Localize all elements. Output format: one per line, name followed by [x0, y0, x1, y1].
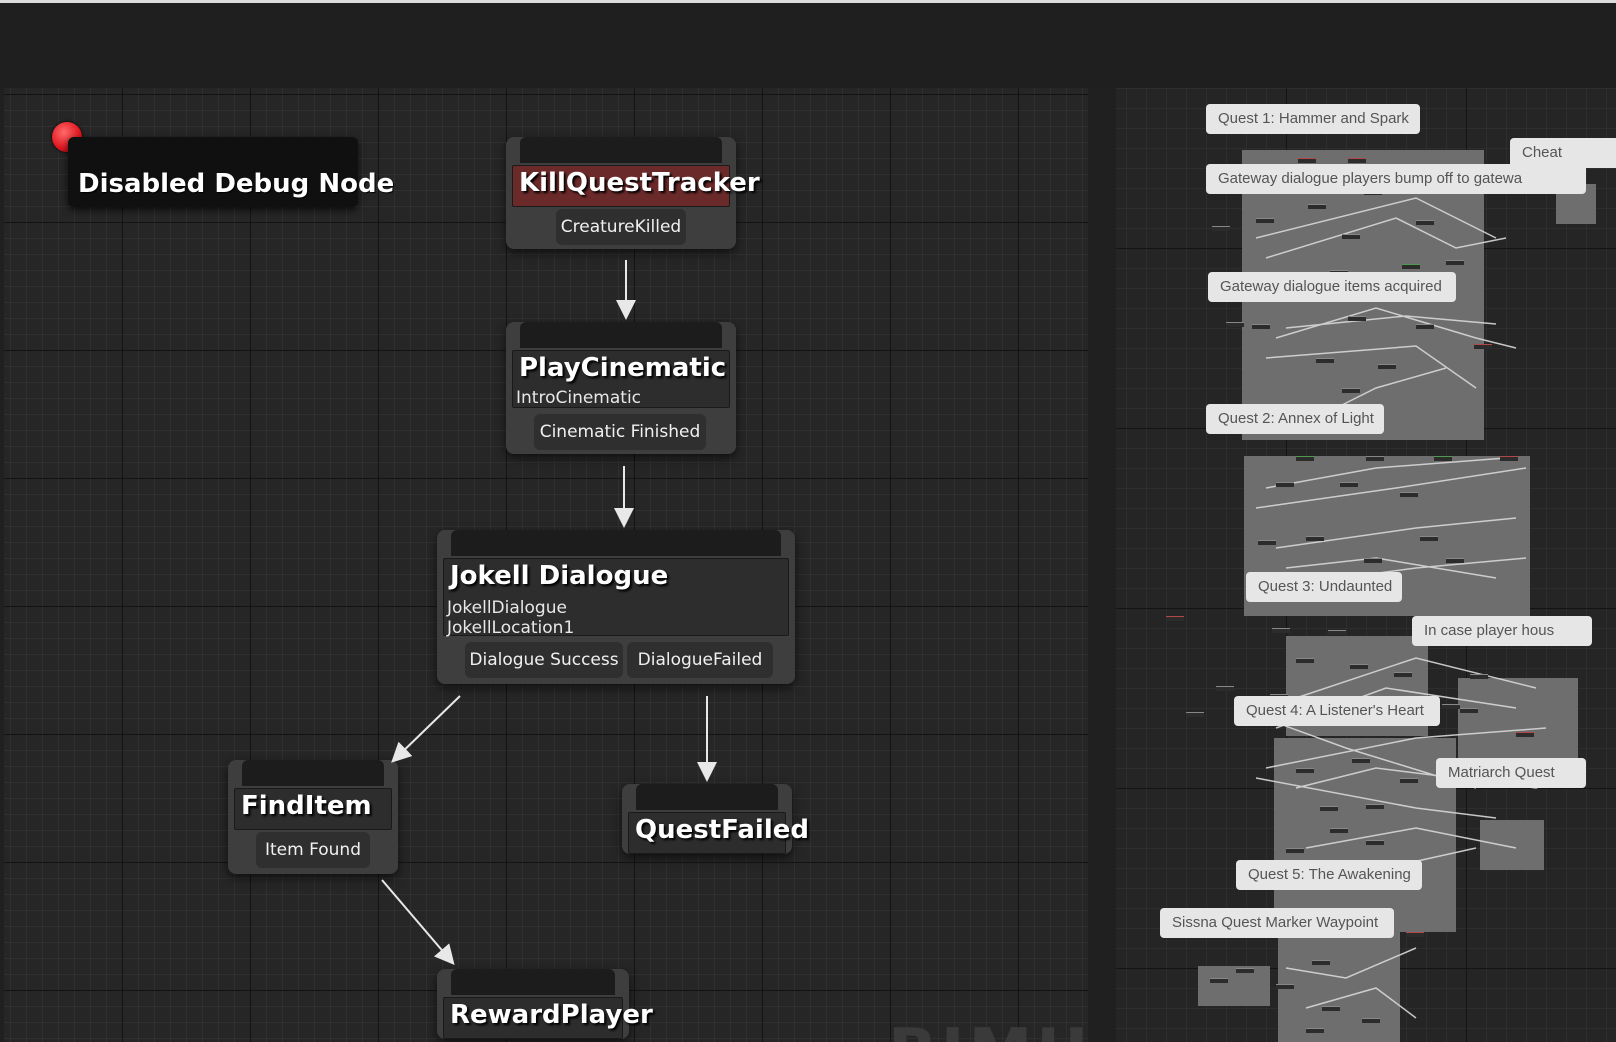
overview-node-marker [1296, 658, 1314, 663]
graph-overview-panel[interactable]: Quest 1: Hammer and Spark Cheat Gateway … [1116, 88, 1616, 1042]
overview-node-marker [1434, 456, 1452, 461]
overview-node-marker [1400, 778, 1418, 783]
overview-node-marker [1394, 672, 1412, 677]
comment-label[interactable]: Gateway dialogue players bump off to gat… [1206, 164, 1586, 194]
overview-node-marker [1416, 220, 1434, 225]
node-title: KillQuestTracker [512, 165, 760, 207]
overview-node-marker [1366, 804, 1384, 809]
node-jokell-dialogue[interactable]: Jokell Dialogue JokellDialogue JokellLoc… [437, 530, 795, 684]
overview-node-marker [1474, 344, 1492, 349]
comment-label[interactable]: Matriarch Quest [1436, 758, 1586, 788]
node-kill-quest-tracker[interactable]: KillQuestTracker CreatureKilled [506, 137, 760, 249]
node-title: FindItem [234, 788, 392, 830]
overview-node-marker [1312, 960, 1330, 965]
overview-node-marker [1328, 630, 1346, 635]
overview-node-marker [1186, 712, 1204, 717]
overview-node-marker [1446, 260, 1464, 265]
overview-node-marker [1320, 806, 1338, 811]
overview-node-marker [1306, 536, 1324, 541]
pin-dialogue-success[interactable]: Dialogue Success [465, 642, 623, 678]
overview-node-marker [1348, 158, 1366, 163]
debug-node-title: Disabled Debug Node [78, 169, 395, 199]
overview-node-marker [1366, 840, 1384, 845]
overview-node-marker [1460, 708, 1478, 713]
node-find-item[interactable]: FindItem Item Found [228, 760, 398, 874]
overview-node-marker [1366, 456, 1384, 461]
overview-node-marker [1296, 768, 1314, 773]
node-play-cinematic[interactable]: PlayCinematic IntroCinematic Cinematic F… [506, 322, 736, 454]
overview-node-marker [1500, 456, 1518, 461]
pin-creature-killed[interactable]: CreatureKilled [556, 209, 686, 245]
overview-node-marker [1420, 536, 1438, 541]
comment-label[interactable]: Quest 5: The Awakening [1236, 860, 1422, 890]
overview-node-marker [1316, 358, 1334, 363]
pin-item-found[interactable]: Item Found [256, 832, 370, 868]
overview-node-marker [1330, 828, 1348, 833]
overview-node-marker [1402, 264, 1420, 269]
overview-node-marker [1340, 482, 1358, 487]
overview-node-marker [1258, 540, 1276, 545]
overview-node-marker [1352, 758, 1370, 763]
overview-node-marker [1406, 932, 1424, 937]
node-quest-failed[interactable]: QuestFailed [622, 784, 809, 854]
toolbar-area [0, 3, 1616, 87]
overview-node-marker [1400, 492, 1418, 497]
overview-node-marker [1362, 1018, 1380, 1023]
overview-node-marker [1308, 204, 1326, 209]
overview-links [1235, 197, 1567, 1019]
overview-node-marker [1306, 1028, 1324, 1033]
overview-node-marker [1378, 364, 1396, 369]
watermark-text: BIMU [888, 1016, 1092, 1042]
node-reward-player[interactable]: RewardPlayer [437, 969, 653, 1039]
node-detail: JokellLocation1 [447, 618, 575, 638]
overview-node-marker [1416, 324, 1434, 329]
overview-node-marker [1286, 848, 1304, 853]
node-title: QuestFailed [628, 812, 809, 854]
node-title: RewardPlayer [443, 997, 653, 1039]
overview-node-marker [1236, 968, 1254, 973]
pin-cinematic-finished[interactable]: Cinematic Finished [534, 414, 706, 450]
pin-dialogue-failed[interactable]: DialogueFailed [627, 642, 773, 678]
overview-node-marker [1516, 732, 1534, 737]
node-detail: IntroCinematic [516, 388, 642, 408]
overview-node-marker [1276, 984, 1294, 989]
overview-node-marker [1350, 664, 1368, 669]
overview-node-marker [1276, 482, 1294, 487]
overview-node-marker [1446, 558, 1464, 563]
overview-node-marker [1470, 674, 1488, 679]
overview-node-marker [1322, 1006, 1340, 1011]
overview-node-marker [1272, 628, 1290, 633]
comment-label[interactable]: Quest 4: A Listener's Heart [1234, 696, 1440, 726]
overview-node-marker [1296, 456, 1314, 461]
overview-node-marker [1348, 316, 1366, 321]
comment-label[interactable]: Quest 3: Undaunted [1246, 572, 1402, 602]
comment-label[interactable]: Quest 1: Hammer and Spark [1206, 104, 1420, 134]
overview-node-marker [1252, 324, 1270, 329]
overview-node-marker [1442, 704, 1460, 709]
comment-label[interactable]: Quest 2: Annex of Light [1206, 404, 1384, 434]
overview-node-marker [1342, 388, 1360, 393]
comment-label[interactable]: Sissna Quest Marker Waypoint [1160, 908, 1394, 938]
overview-node-marker [1256, 218, 1274, 223]
overview-node-marker [1210, 978, 1228, 983]
overview-node-marker [1364, 558, 1382, 563]
node-detail: JokellDialogue [447, 598, 567, 618]
overview-node-marker [1216, 686, 1234, 691]
disabled-debug-node[interactable]: Disabled Debug Node [68, 137, 394, 207]
comment-label[interactable]: In case player hous [1412, 616, 1592, 646]
overview-node-marker [1226, 322, 1244, 327]
overview-node-marker [1342, 234, 1360, 239]
overview-node-marker [1166, 616, 1184, 621]
comment-label[interactable]: Gateway dialogue items acquired [1208, 272, 1456, 302]
overview-node-marker [1298, 158, 1316, 163]
overview-node-marker [1212, 226, 1230, 231]
